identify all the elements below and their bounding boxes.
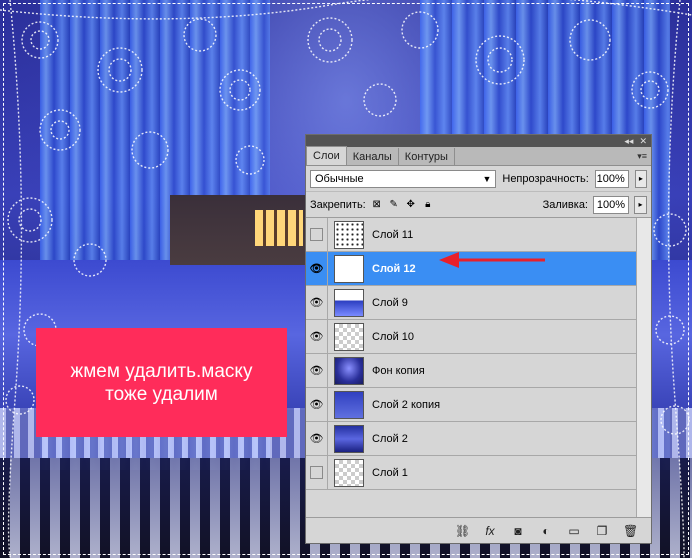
lock-image-pixels-icon[interactable]: ✎ (388, 199, 400, 211)
opacity-slider-button[interactable]: ▸ (634, 169, 647, 188)
link-icon[interactable]: ⛓ (455, 524, 470, 538)
layer-thumbnail (334, 220, 364, 249)
lock-position-icon[interactable]: ✥ (405, 199, 417, 211)
fill-slider-button[interactable]: ▸ (634, 195, 647, 214)
layer-row[interactable]: Слой 11 (306, 218, 636, 252)
layer-thumbnail (334, 322, 364, 351)
layer-thumbnail (334, 356, 364, 385)
tab-paths[interactable]: Контуры (399, 148, 455, 165)
close-icon[interactable]: ✕ (639, 136, 647, 147)
panel-bottom-toolbar: ⛓ fx ◙ ◐ ▭ ❐ 🗑︎ (306, 517, 651, 543)
layer-name: Слой 10 (372, 330, 415, 343)
visibility-toggle[interactable]: 👁︎ (306, 354, 328, 387)
callout-line-1: жмем удалить.маску (70, 360, 253, 382)
visibility-toggle[interactable]: 👁︎ (306, 286, 328, 319)
blend-opacity-row: Обычные ▼ Непрозрачность: 100% ▸ (306, 166, 651, 192)
layer-thumbnail (334, 288, 364, 317)
layer-thumbnail (334, 424, 364, 453)
collapse-icon[interactable]: ◂◂ (624, 136, 633, 147)
layer-name: Слой 9 (372, 296, 408, 309)
tab-layers[interactable]: Слои (306, 146, 347, 165)
opacity-input[interactable]: 100% (594, 169, 629, 188)
layer-name: Слой 1 (372, 466, 408, 479)
lock-all-icon[interactable]: 🔒︎ (422, 199, 434, 211)
visibility-toggle[interactable]: 👁︎ (306, 422, 328, 455)
visibility-toggle[interactable] (306, 218, 328, 251)
instruction-callout: жмем удалить.маску тоже удалим (36, 328, 287, 437)
chevron-down-icon: ▼ (482, 173, 492, 184)
adjustment-icon[interactable]: ◐ (539, 524, 553, 538)
tab-channels[interactable]: Каналы (347, 148, 399, 165)
lock-label: Закрепить: (310, 198, 366, 211)
eye-icon: 👁︎ (309, 433, 324, 445)
hidden-box-icon (310, 466, 323, 479)
layer-name: Фон копия (372, 364, 425, 377)
blend-mode-value: Обычные (315, 172, 364, 185)
layer-row[interactable]: 👁︎ Слой 10 (306, 320, 636, 354)
panel-title-bar[interactable]: ◂◂ ✕ (306, 135, 651, 147)
new-layer-icon[interactable]: ❐ (595, 524, 609, 538)
eye-icon: 👁︎ (309, 365, 324, 377)
hidden-box-icon (310, 228, 323, 241)
mask-icon[interactable]: ◙ (511, 524, 525, 538)
lock-fill-row: Закрепить: ⊠ ✎ ✥ 🔒︎ Заливка: 100% ▸ (306, 192, 651, 218)
panel-tabs: Слои Каналы Контуры ▾≡ (306, 146, 651, 166)
layer-row[interactable]: 👁︎ Фон копия (306, 354, 636, 388)
group-folder-icon[interactable]: ▭ (567, 524, 581, 538)
layers-scrollbar[interactable] (636, 218, 651, 518)
layer-thumbnail (334, 254, 364, 283)
lit-window (255, 210, 303, 246)
layer-row[interactable]: 👁︎ Слой 9 (306, 286, 636, 320)
eye-icon: 👁︎ (309, 263, 324, 275)
layer-name: Слой 12 (372, 262, 416, 275)
callout-line-2: тоже удалим (105, 383, 218, 405)
layer-thumbnail (334, 390, 364, 419)
blend-mode-select[interactable]: Обычные ▼ (310, 169, 497, 188)
fill-label: Заливка: (542, 198, 588, 211)
visibility-toggle[interactable] (306, 456, 328, 489)
eye-icon: 👁︎ (309, 399, 324, 411)
fx-icon[interactable]: fx (483, 524, 497, 538)
eye-icon: 👁︎ (309, 331, 324, 343)
visibility-toggle[interactable]: 👁︎ (306, 388, 328, 421)
red-arrow-annotation (439, 252, 545, 268)
visibility-toggle[interactable]: 👁︎ (306, 320, 328, 353)
layers-panel: ◂◂ ✕ Слои Каналы Контуры ▾≡ Обычные ▼ Не… (305, 134, 652, 544)
visibility-toggle[interactable]: 👁︎ (306, 252, 328, 285)
layer-row[interactable]: 👁︎ Слой 2 копия (306, 388, 636, 422)
lock-transparent-pixels-icon[interactable]: ⊠ (371, 199, 383, 211)
eye-icon: 👁︎ (309, 297, 324, 309)
fill-input[interactable]: 100% (593, 195, 629, 214)
layer-thumbnail (334, 458, 364, 487)
trash-icon[interactable]: 🗑︎ (623, 524, 638, 538)
layer-name: Слой 2 копия (372, 398, 441, 411)
opacity-label: Непрозрачность: (502, 172, 589, 185)
layer-row[interactable]: Слой 1 (306, 456, 636, 490)
layer-name: Слой 2 (372, 432, 408, 445)
layer-name: Слой 11 (372, 228, 414, 241)
panel-menu-icon[interactable]: ▾≡ (637, 151, 647, 162)
layer-row[interactable]: 👁︎ Слой 2 (306, 422, 636, 456)
